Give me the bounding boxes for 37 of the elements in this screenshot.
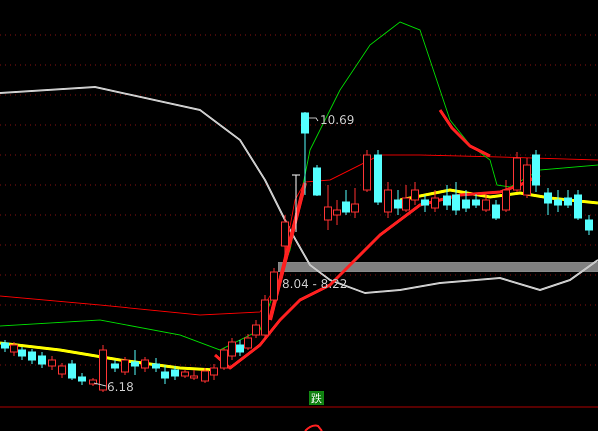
candlestick	[384, 182, 392, 218]
candlestick	[363, 150, 371, 192]
candlestick	[574, 190, 582, 220]
candlestick	[131, 350, 139, 376]
candlestick	[28, 348, 36, 364]
candlestick	[482, 194, 490, 212]
candlestick	[171, 366, 179, 380]
leader-line	[308, 118, 318, 122]
candlestick	[421, 194, 429, 212]
candlestick	[281, 214, 289, 256]
candlestick	[502, 180, 510, 212]
candlestick	[564, 190, 572, 208]
candlestick	[585, 214, 593, 236]
candlestick	[431, 190, 439, 212]
candlestick	[141, 356, 149, 372]
candlestick	[374, 150, 382, 206]
signal-badge: 跌	[309, 391, 324, 405]
indicator-curve	[304, 424, 323, 431]
candlestick	[111, 360, 119, 372]
candlestick	[462, 190, 470, 212]
candlestick	[313, 164, 321, 196]
candlestick	[48, 356, 56, 370]
candlestick	[544, 188, 552, 216]
candlestick	[89, 378, 97, 386]
candlestick	[68, 360, 76, 380]
candlestick	[99, 344, 107, 392]
candlestick	[58, 362, 66, 378]
low-price-label: 6.18	[107, 380, 134, 394]
candlestick	[78, 372, 86, 386]
candlestick	[38, 352, 46, 368]
candlestick	[472, 194, 480, 208]
trend-line	[438, 109, 491, 158]
candlestick	[492, 200, 500, 220]
candlestick	[121, 356, 129, 376]
leader-line	[94, 382, 106, 386]
candlestick	[554, 190, 562, 212]
candlestick	[513, 152, 521, 192]
